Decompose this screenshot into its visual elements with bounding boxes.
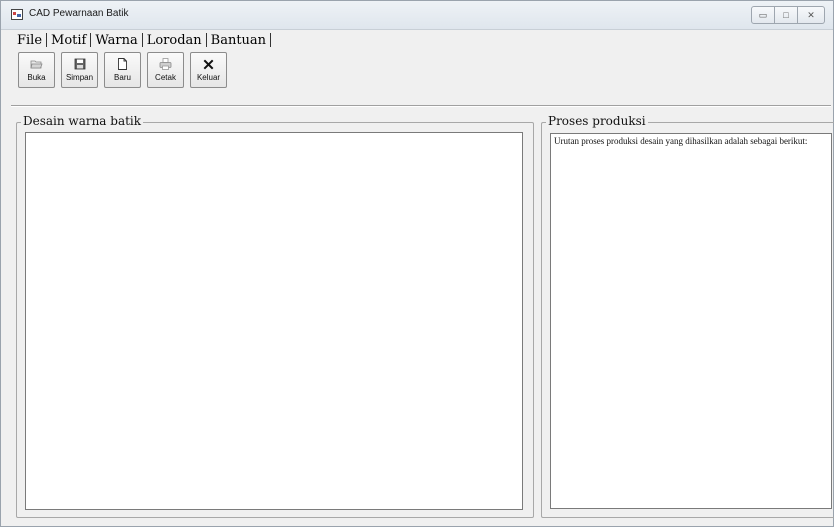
menu-file[interactable]: File — [13, 33, 46, 48]
menu-motif[interactable]: Motif — [47, 33, 90, 48]
toolbar-divider — [11, 105, 831, 107]
menu-warna[interactable]: Warna — [91, 33, 141, 48]
new-button[interactable]: Baru — [104, 52, 141, 88]
new-button-label: Baru — [114, 73, 131, 82]
menu-lorodan[interactable]: Lorodan — [143, 33, 206, 48]
print-button[interactable]: Cetak — [147, 52, 184, 88]
new-file-icon — [116, 57, 130, 71]
maximize-button[interactable]: □ — [775, 6, 798, 24]
title-bar[interactable]: CAD Pewarnaan Batik ▭ □ ✕ — [1, 1, 833, 30]
design-canvas[interactable] — [25, 132, 523, 510]
process-description: Urutan proses produksi desain yang dihas… — [554, 136, 808, 146]
exit-button[interactable]: Keluar — [190, 52, 227, 88]
open-button[interactable]: Buka — [18, 52, 55, 88]
printer-icon — [159, 57, 173, 71]
process-panel: Proses produksi Urutan proses produksi d… — [541, 114, 834, 518]
process-panel-title: Proses produksi — [546, 114, 648, 128]
toolbar: Buka Simpan Baru Cetak Keluar — [18, 52, 227, 88]
process-text-area[interactable]: Urutan proses produksi desain yang dihas… — [550, 133, 832, 509]
save-disk-icon — [73, 57, 87, 71]
design-panel: Desain warna batik — [16, 114, 534, 518]
close-x-icon — [202, 57, 216, 71]
print-button-label: Cetak — [155, 73, 176, 82]
minimize-button[interactable]: ▭ — [751, 6, 775, 24]
open-button-label: Buka — [27, 73, 46, 82]
window-title: CAD Pewarnaan Batik — [29, 8, 129, 19]
menu-bantuan[interactable]: Bantuan — [207, 33, 270, 48]
design-panel-title: Desain warna batik — [21, 114, 144, 128]
window-controls: ▭ □ ✕ — [751, 6, 825, 24]
menu-separator — [270, 33, 272, 47]
exit-button-label: Keluar — [196, 73, 221, 82]
close-button[interactable]: ✕ — [798, 6, 825, 24]
open-folder-icon — [30, 57, 44, 71]
app-window: CAD Pewarnaan Batik ▭ □ ✕ File Motif War… — [0, 0, 834, 527]
app-icon — [11, 9, 23, 20]
save-button[interactable]: Simpan — [61, 52, 98, 88]
menu-bar: File Motif Warna Lorodan Bantuan — [13, 31, 272, 49]
save-button-label: Simpan — [65, 73, 94, 82]
